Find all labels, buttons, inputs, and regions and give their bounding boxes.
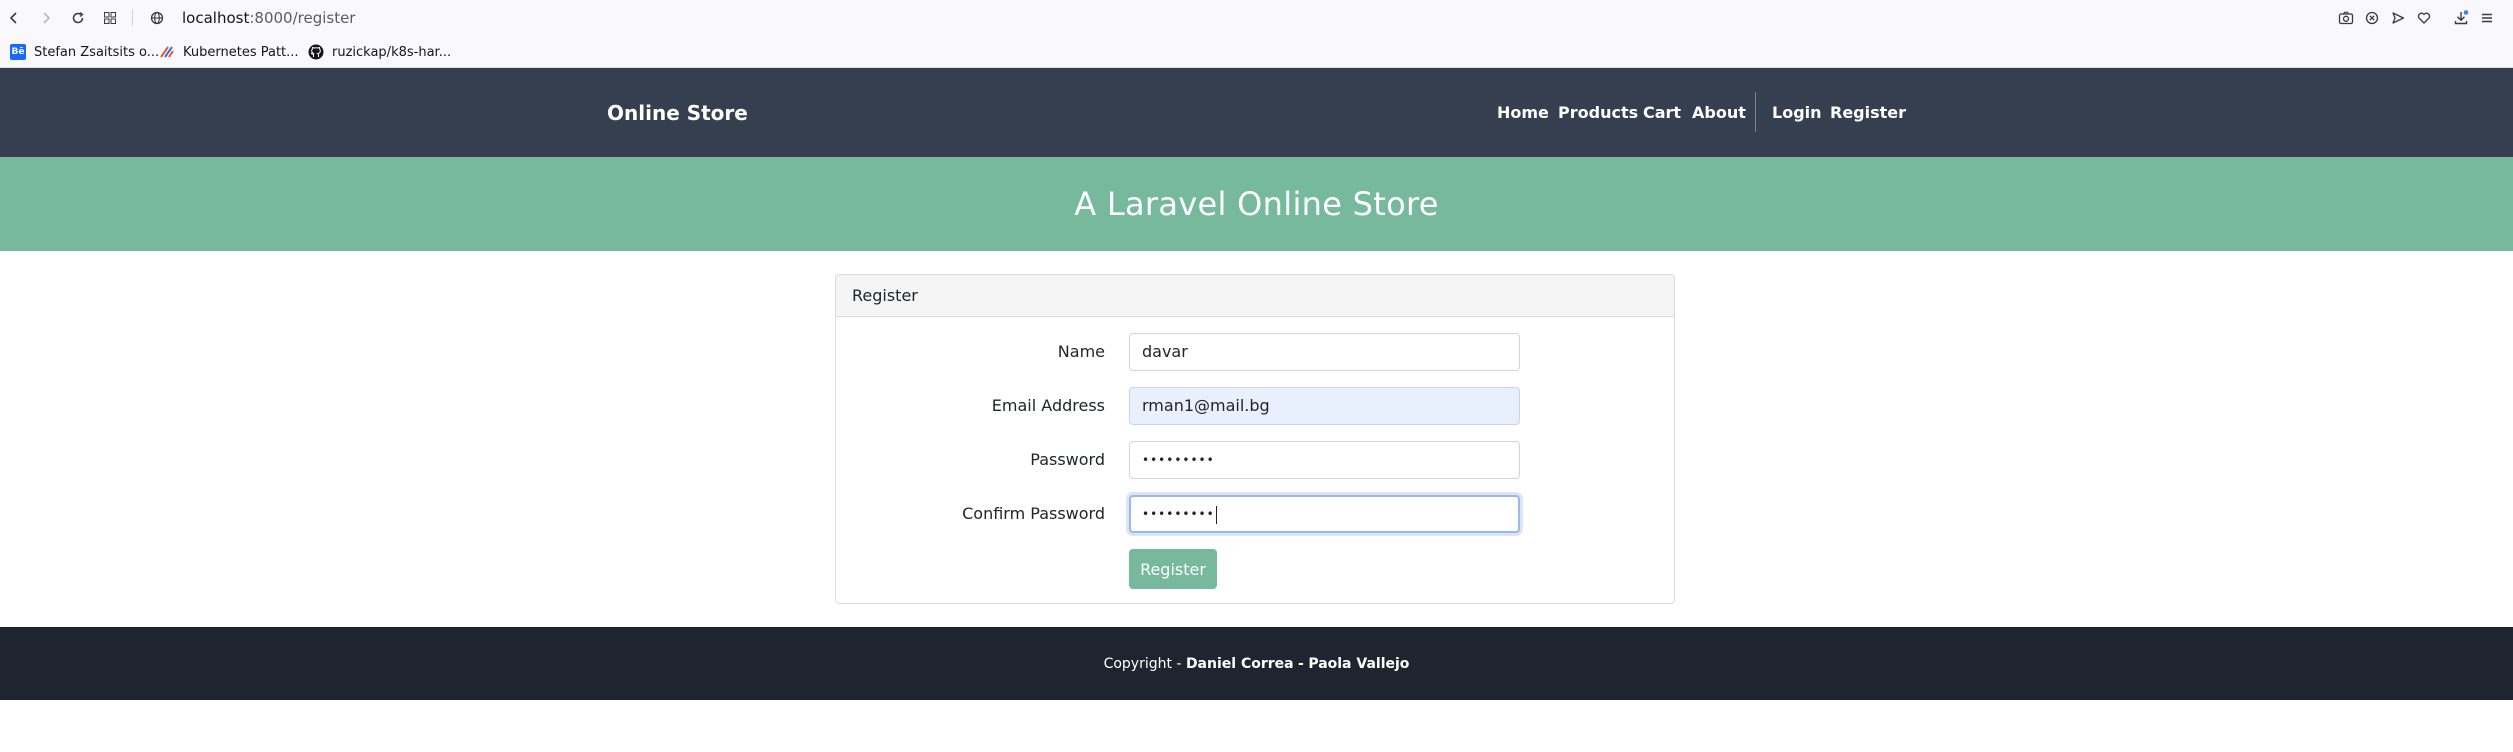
- bookmarks-bar: Bē Stefan Zsaitsits o... Kubernetes Patt…: [0, 36, 2513, 68]
- behance-icon: Bē: [10, 44, 26, 60]
- hero-title: A Laravel Online Store: [1074, 185, 1439, 223]
- site-footer: Copyright - Daniel Correa - Paola Vallej…: [0, 627, 2513, 700]
- author-link-paola[interactable]: Paola Vallejo: [1308, 656, 1409, 672]
- nav-divider: [1755, 92, 1756, 132]
- screenshot-icon[interactable]: [2334, 6, 2358, 30]
- email-label: Email Address: [991, 396, 1105, 415]
- kubernetes-icon: [159, 44, 175, 60]
- bookmark-label: ruzickap/k8s-har...: [332, 44, 452, 60]
- copyright-prefix: Copyright -: [1103, 655, 1182, 672]
- url-host: localhost: [182, 9, 250, 27]
- downloads-icon[interactable]: [2449, 6, 2473, 30]
- reload-icon[interactable]: [66, 6, 90, 30]
- register-button[interactable]: Register: [1129, 549, 1217, 589]
- password-label: Password: [1030, 450, 1105, 469]
- name-label: Name: [1057, 342, 1105, 361]
- nav-link-home[interactable]: Home: [1497, 102, 1549, 124]
- card-header: Register: [836, 275, 1674, 317]
- extensions-grid-icon[interactable]: [98, 6, 122, 30]
- back-icon[interactable]: [2, 6, 26, 30]
- bookmark-label: Kubernetes Patt...: [183, 44, 299, 60]
- bookmark-label: Stefan Zsaitsits o...: [34, 44, 160, 60]
- github-icon: [308, 44, 324, 60]
- email-value: rman1@mail.bg: [1142, 396, 1270, 415]
- register-card: Register Name davar Email Address rman1@…: [835, 274, 1675, 604]
- bookmark-item[interactable]: Kubernetes Patt...: [159, 42, 299, 62]
- heart-icon[interactable]: [2412, 6, 2436, 30]
- text-caret: [1215, 505, 1217, 524]
- nav-link-about[interactable]: About: [1692, 102, 1746, 124]
- hero-banner: A Laravel Online Store: [0, 157, 2513, 251]
- author-separator: -: [1298, 655, 1304, 672]
- toolbar-divider: [132, 10, 133, 26]
- email-field[interactable]: rman1@mail.bg: [1129, 387, 1520, 425]
- password-value: •••••••••: [1142, 453, 1215, 467]
- password-field[interactable]: •••••••••: [1129, 441, 1520, 479]
- confirm-password-value: •••••••••: [1142, 507, 1215, 521]
- nav-link-login[interactable]: Login: [1772, 102, 1822, 124]
- confirm-password-field[interactable]: •••••••••: [1129, 495, 1520, 533]
- url-path: :8000/register: [249, 9, 356, 27]
- nav-link-products[interactable]: Products: [1558, 102, 1638, 124]
- address-bar[interactable]: localhost:8000/register: [182, 8, 355, 28]
- author-link-daniel[interactable]: Daniel Correa: [1186, 656, 1294, 672]
- browser-toolbar: localhost:8000/register: [0, 0, 2513, 36]
- name-value: davar: [1142, 342, 1188, 361]
- forward-icon[interactable]: [34, 6, 58, 30]
- bookmark-item[interactable]: ruzickap/k8s-har...: [308, 42, 451, 62]
- confirm-password-label: Confirm Password: [962, 504, 1105, 523]
- nav-link-register[interactable]: Register: [1830, 102, 1906, 124]
- bookmark-item[interactable]: Bē Stefan Zsaitsits o...: [10, 42, 159, 62]
- menu-icon[interactable]: [2475, 6, 2499, 30]
- nav-link-cart[interactable]: Cart: [1643, 102, 1681, 124]
- send-icon[interactable]: [2386, 6, 2410, 30]
- close-circle-icon[interactable]: [2360, 6, 2384, 30]
- brand-link[interactable]: Online Store: [607, 100, 748, 126]
- name-field[interactable]: davar: [1129, 333, 1520, 371]
- site-info-icon[interactable]: [145, 6, 169, 30]
- site-navbar: Online Store Home Products Cart About Lo…: [0, 68, 2513, 157]
